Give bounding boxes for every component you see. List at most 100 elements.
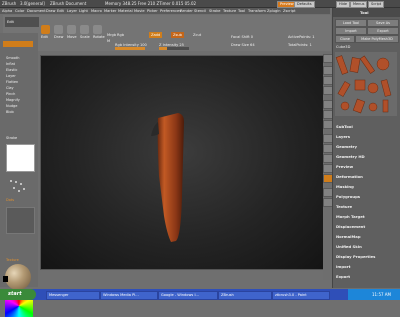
tool-thumbnails[interactable] <box>335 52 397 116</box>
mrgb-toggle[interactable]: Mrgb <box>107 33 116 37</box>
sculpt-model[interactable] <box>41 56 323 269</box>
menus-button[interactable]: Menus <box>350 1 368 8</box>
menu-stroke[interactable]: Stroke <box>209 9 220 13</box>
menu-movie[interactable]: Movie <box>134 9 145 13</box>
material-sphere-icon[interactable] <box>5 264 31 290</box>
brush-blob[interactable]: Blob <box>6 110 14 114</box>
defaults-button[interactable]: Defaults <box>294 1 315 8</box>
task-paint[interactable]: ztbrush3.0 - Paint <box>272 291 330 300</box>
menu-preview[interactable]: Preview <box>336 164 353 169</box>
menu-stencil[interactable]: Stencil <box>194 9 206 13</box>
rotate-icon[interactable] <box>93 25 102 34</box>
app-title: ZBrush <box>2 1 17 6</box>
menu-texture[interactable]: Texture <box>223 9 236 13</box>
brush-magnify[interactable]: Magnify <box>6 98 20 102</box>
menu-marker[interactable]: Marker <box>104 9 116 13</box>
document-title: ZBrush Document <box>50 1 87 6</box>
menu-draw[interactable]: Draw <box>46 9 55 13</box>
edit-label: Edit <box>41 35 48 39</box>
task-google[interactable]: Google - Windows I... <box>158 291 218 300</box>
menu-unified-skin[interactable]: Unified Skin <box>336 244 362 249</box>
script-button[interactable]: Script <box>368 1 385 8</box>
zcut-toggle[interactable]: Zcut <box>193 33 201 37</box>
task-zbrush[interactable]: ZBrush <box>218 291 272 300</box>
rgb-intensity-slider[interactable] <box>115 47 145 50</box>
menu-document[interactable]: Document <box>27 9 46 13</box>
menu-masking[interactable]: Masking <box>336 184 354 189</box>
brush-elastic[interactable]: Elastic <box>6 68 17 72</box>
menu-morph-target[interactable]: Morph Target <box>336 214 365 219</box>
zadd-toggle[interactable]: Zadd <box>149 32 163 38</box>
document-canvas[interactable] <box>40 55 324 270</box>
m-toggle[interactable]: M <box>107 39 110 43</box>
clone-button[interactable]: Clone <box>335 35 355 43</box>
start-label: start <box>8 291 22 297</box>
menu-material[interactable]: Material <box>118 9 133 13</box>
menu-layers[interactable]: Layers <box>336 134 350 139</box>
load-tool-button[interactable]: Load Tool <box>335 19 367 27</box>
menu-tool[interactable]: Tool <box>238 9 245 13</box>
menu-subtool[interactable]: SubTool <box>336 124 353 129</box>
clock: 11:57 AM <box>372 292 391 297</box>
focal-shift-label: Focal Shift 0 <box>231 35 254 39</box>
menu-display-properties[interactable]: Display Properties <box>336 254 375 259</box>
dots-label: Dots <box>6 198 15 202</box>
dots-stroke-icon[interactable] <box>8 178 30 194</box>
z-intensity-slider[interactable] <box>159 47 189 50</box>
menu-geometry[interactable]: Geometry <box>336 144 357 149</box>
make-polymesh-button[interactable]: Make PolyMesh3D <box>355 35 399 43</box>
menu-zplugin[interactable]: Zplugin <box>267 9 281 13</box>
menu-layer[interactable]: Layer <box>67 9 77 13</box>
save-as-button[interactable]: Save As <box>367 19 399 27</box>
menu-macro[interactable]: Macro <box>91 9 102 13</box>
task-media-player[interactable]: Windows Media Pl... <box>100 291 158 300</box>
menu-zscript[interactable]: Zscript <box>283 9 295 13</box>
menu-import[interactable]: Import <box>336 264 350 269</box>
draw-size-label: Draw Size 64 <box>231 43 255 47</box>
menu-render[interactable]: Render <box>180 9 193 13</box>
rgb-toggle[interactable]: Rgb <box>117 33 124 37</box>
brush-smooth[interactable]: Smooth <box>6 56 20 60</box>
brush-selector[interactable] <box>3 41 33 47</box>
brush-nudge[interactable]: Nudge <box>6 104 17 108</box>
task-messenger[interactable]: Messenger <box>46 291 100 300</box>
brush-clay[interactable]: Clay <box>6 86 14 90</box>
menu-preferences[interactable]: Preferences <box>160 9 181 13</box>
tool-name-label: Cube3D <box>336 45 351 49</box>
hide-button[interactable]: Hide <box>336 1 350 8</box>
import-button[interactable]: Import <box>335 27 367 35</box>
menu-alpha[interactable]: Alpha <box>2 9 12 13</box>
top-toolbar: Edit Edit Draw Move Scale Rotate Mrgb Rg… <box>3 15 331 51</box>
brush-flatten[interactable]: Flatten <box>6 80 18 84</box>
menu-light[interactable]: Light <box>79 9 88 13</box>
menu-picker[interactable]: Picker <box>147 9 158 13</box>
brush-pinch[interactable]: Pinch <box>6 92 15 96</box>
move-icon[interactable] <box>67 25 76 34</box>
menu-deformation[interactable]: Deformation <box>336 174 363 179</box>
scale-icon[interactable] <box>80 25 89 34</box>
export-button[interactable]: Export <box>367 27 399 35</box>
gradient-swatch[interactable] <box>3 276 8 282</box>
edit-icon[interactable] <box>41 25 50 34</box>
tool-palette: Tool Load Tool Save As Import Export Clo… <box>332 8 400 288</box>
total-points-readout: TotalPoints: 1 <box>288 43 312 47</box>
menu-bar: Alpha Color Document Draw Edit Layer Lig… <box>0 8 330 14</box>
menu-export[interactable]: Export <box>336 274 350 279</box>
start-button[interactable]: start <box>0 289 36 300</box>
menu-normalmap[interactable]: NormalMap <box>336 234 361 239</box>
menu-edit[interactable]: Edit <box>57 9 64 13</box>
brush-layer[interactable]: Layer <box>6 74 16 78</box>
menu-polygroups[interactable]: Polygroups <box>336 194 360 199</box>
menu-color[interactable]: Color <box>15 9 24 13</box>
alpha-thumbnail[interactable] <box>6 144 35 172</box>
texture-slot[interactable] <box>6 207 35 234</box>
menu-transform[interactable]: Transform <box>248 9 266 13</box>
system-tray: 11:57 AM <box>348 289 400 300</box>
menu-texture[interactable]: Texture <box>336 204 352 209</box>
zsub-toggle[interactable]: Zsub <box>171 32 184 38</box>
menu-displacement[interactable]: Displacement <box>336 224 365 229</box>
brush-inflat[interactable]: Inflat <box>6 62 15 66</box>
draw-icon[interactable] <box>54 25 63 34</box>
menu-geometry-hd[interactable]: Geometry HD <box>336 154 365 159</box>
draw-label: Draw <box>54 35 64 39</box>
